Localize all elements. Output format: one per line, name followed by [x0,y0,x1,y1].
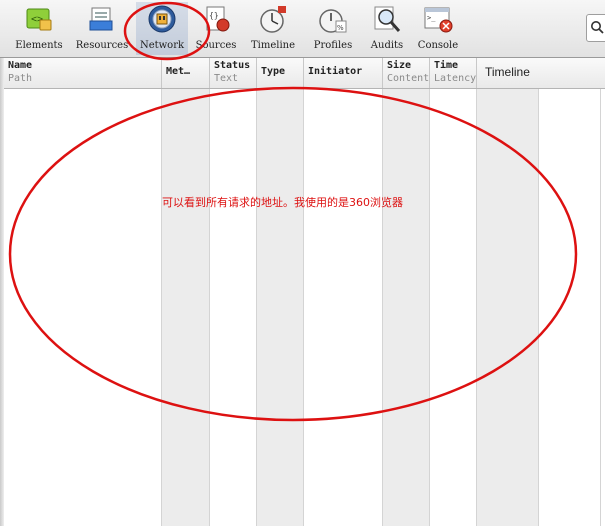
sources-icon: {} [206,6,230,32]
tab-elements-label: Elements [15,40,63,51]
tab-audits-label: Audits [370,40,404,51]
svg-text:%: % [337,24,344,32]
network-grid-header: Name Path Met… Status Text Type Initiato… [4,58,605,89]
column-body-time [430,89,477,526]
console-icon: >_ [424,7,453,33]
column-title: Name [8,60,33,71]
audits-icon [374,6,401,32]
column-title: Initiator [308,66,363,77]
elements-icon: <> [26,8,52,31]
column-header-method[interactable]: Met… [162,58,210,88]
column-subtitle: Latency [434,73,477,84]
column-body-status [210,89,257,526]
tab-sources-label: Sources [195,40,237,51]
column-body-name [4,89,162,526]
column-title: Met… [166,66,191,77]
tab-console-label: Console [417,40,459,51]
tab-sources[interactable]: {} Sources [192,2,240,55]
column-body-type [257,89,304,526]
column-title: Time [434,60,459,71]
column-body-initiator [304,89,383,526]
column-title: Size [387,60,412,71]
column-header-name[interactable]: Name Path [4,58,162,88]
svg-text:>_: >_ [427,14,436,22]
tab-timeline-label: Timeline [250,40,296,51]
column-body-size [383,89,430,526]
column-subtitle: Content [387,73,430,84]
column-body-timeline-b [539,89,601,526]
search-icon [591,21,604,34]
tab-audits[interactable]: Audits [364,2,410,55]
column-header-type[interactable]: Type [257,58,304,88]
tab-profiles[interactable]: % Profiles [306,2,360,55]
column-body-method [162,89,210,526]
annotation-text: 可以看到所有请求的地址。我使用的是360浏览器 [162,196,403,209]
svg-text:{}: {} [209,11,219,20]
devtools-toolbar: <> Elements Resources Network {} Sources… [0,0,605,58]
tab-network-label: Network [139,40,185,51]
column-title: Status [214,60,251,71]
network-icon [148,5,176,33]
resources-icon [89,7,113,31]
search-field[interactable] [586,14,605,42]
tab-resources-label: Resources [75,40,129,51]
column-header-timeline[interactable]: Timeline [477,58,605,88]
tab-timeline[interactable]: Timeline [246,2,300,55]
column-header-size[interactable]: Size Content [383,58,430,88]
timeline-icon [260,6,286,33]
column-subtitle: Path [8,73,33,84]
tab-profiles-label: Profiles [313,40,353,51]
tab-elements[interactable]: <> Elements [10,2,68,55]
column-header-time[interactable]: Time Latency [430,58,477,88]
tab-network[interactable]: Network [136,2,188,55]
tab-console[interactable]: >_ Console [414,2,462,55]
column-body-timeline-a [477,89,539,526]
profiles-icon: % [319,9,347,33]
column-title: Type [261,66,286,77]
column-header-initiator[interactable]: Initiator [304,58,383,88]
column-subtitle: Text [214,73,239,84]
tab-resources[interactable]: Resources [72,2,132,55]
column-header-status[interactable]: Status Text [210,58,257,88]
column-title: Timeline [485,65,530,79]
